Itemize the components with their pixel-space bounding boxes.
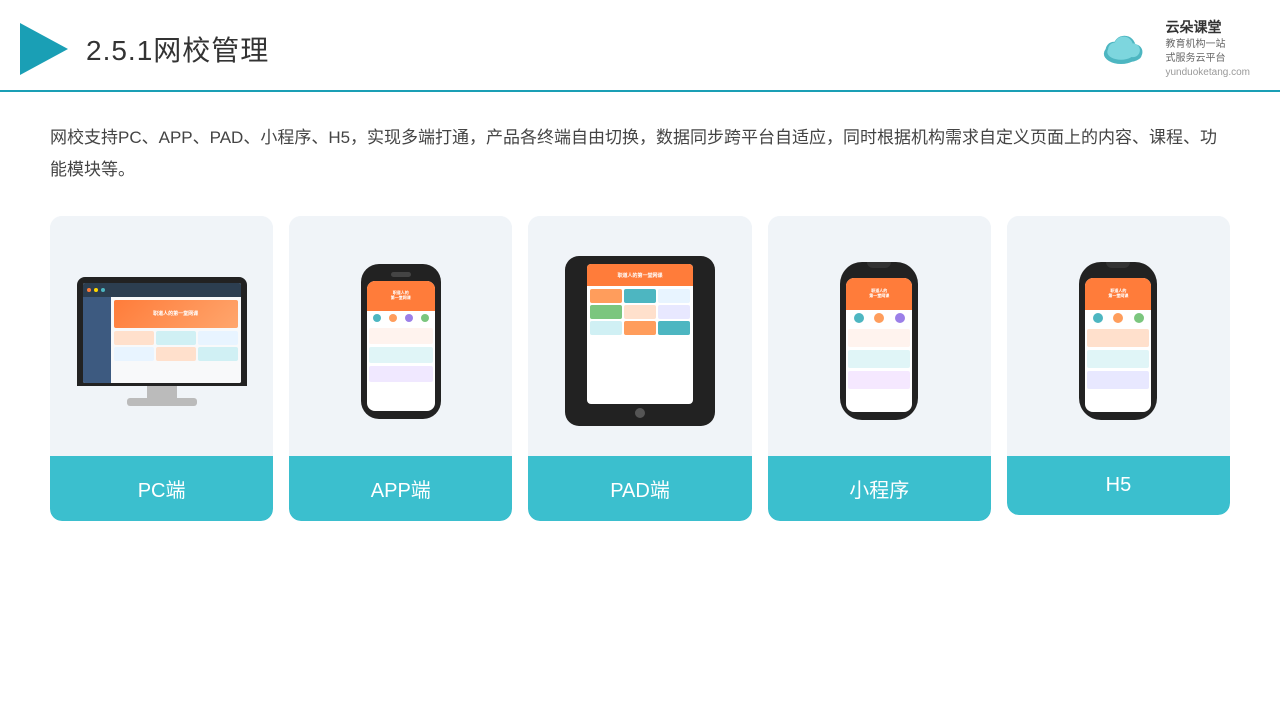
phone-mockup-mini: 职道人的第一堂网课 <box>840 262 918 420</box>
card-pc-label: PC端 <box>50 456 273 521</box>
card-miniprogram-image: 职道人的第一堂网课 <box>768 216 991 456</box>
card-app: 职道人的第一堂网课 <box>289 216 512 521</box>
card-miniprogram-label: 小程序 <box>768 456 991 521</box>
description-text: 网校支持PC、APP、PAD、小程序、H5，实现多端打通，产品各终端自由切换，数… <box>50 122 1230 187</box>
logo-text: 云朵课堂 教育机构一站 式服务云平台 yunduoketang.com <box>1165 18 1250 80</box>
logo-area: 云朵课堂 教育机构一站 式服务云平台 yunduoketang.com <box>1097 18 1250 80</box>
monitor-mockup: 职道人的第一堂网课 <box>77 277 247 406</box>
card-pad-label: PAD端 <box>528 456 751 521</box>
main-content: 网校支持PC、APP、PAD、小程序、H5，实现多端打通，产品各终端自由切换，数… <box>0 92 1280 542</box>
play-icon <box>20 23 68 75</box>
phone-mockup-h5: 职道人的第一堂网课 <box>1079 262 1157 420</box>
card-app-label: APP端 <box>289 456 512 521</box>
phone-mockup-app: 职道人的第一堂网课 <box>361 264 441 419</box>
header-left: 2.5.1网校管理 <box>20 23 269 75</box>
card-h5: 职道人的第一堂网课 <box>1007 216 1230 515</box>
card-pad: 职道人的第一堂网课 <box>528 216 751 521</box>
page-title: 2.5.1网校管理 <box>86 29 269 69</box>
cards-container: 职道人的第一堂网课 <box>50 216 1230 521</box>
card-h5-image: 职道人的第一堂网课 <box>1007 216 1230 456</box>
card-pc: 职道人的第一堂网课 <box>50 216 273 521</box>
card-miniprogram: 职道人的第一堂网课 <box>768 216 991 521</box>
card-pc-image: 职道人的第一堂网课 <box>50 216 273 456</box>
page-header: 2.5.1网校管理 云朵课堂 教育机构一站 式服务云平台 yunduoketan… <box>0 0 1280 92</box>
tablet-mockup: 职道人的第一堂网课 <box>565 256 715 426</box>
card-pad-image: 职道人的第一堂网课 <box>528 216 751 456</box>
logo-cloud-icon <box>1097 29 1157 69</box>
card-h5-label: H5 <box>1007 456 1230 515</box>
card-app-image: 职道人的第一堂网课 <box>289 216 512 456</box>
